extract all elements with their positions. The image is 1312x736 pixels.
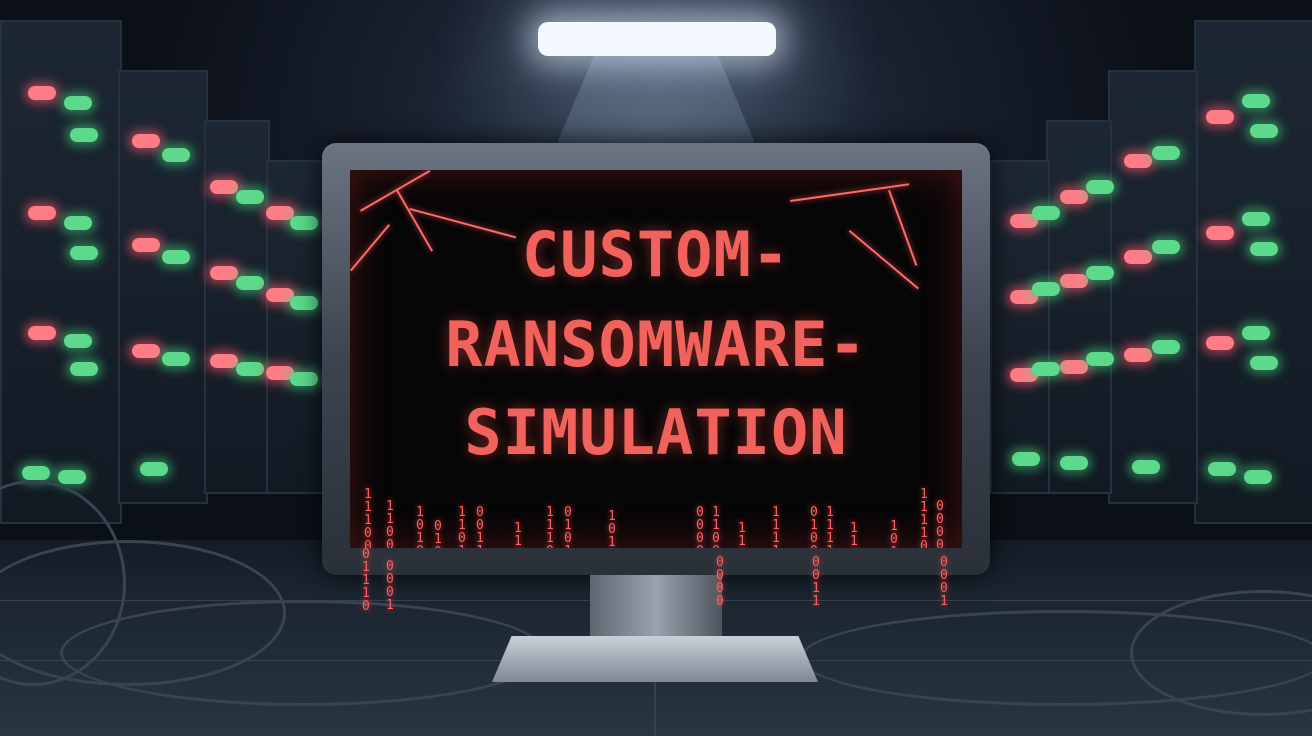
screen-title-line-2: RANSOMWARE- xyxy=(445,308,867,381)
screen-title-line-1: CUSTOM- xyxy=(521,218,791,291)
binary-rain-icon: 0 0 0 0 xyxy=(696,505,704,548)
status-led-icon xyxy=(210,354,238,368)
cable xyxy=(60,600,546,706)
status-led-icon xyxy=(1012,452,1040,466)
server-rack-left-1 xyxy=(0,20,122,524)
status-led-icon xyxy=(28,86,56,100)
status-led-icon xyxy=(132,344,160,358)
binary-rain-icon: 0 0 0 1 xyxy=(386,559,394,613)
status-led-icon xyxy=(1208,462,1236,476)
status-led-icon xyxy=(1060,456,1088,470)
monitor-screen: CUSTOM- RANSOMWARE- SIMULATION 1 1 1 0 0… xyxy=(350,170,962,548)
status-led-icon xyxy=(162,250,190,264)
status-led-icon xyxy=(64,334,92,348)
status-led-icon xyxy=(1132,460,1160,474)
binary-rain-icon: 1 1 0 1 xyxy=(458,505,466,548)
binary-rain-icon: 1 0 1 xyxy=(890,519,898,548)
binary-rain-icon: 0 1 1 1 0 xyxy=(362,547,370,614)
ceiling-light xyxy=(538,22,776,56)
status-led-icon xyxy=(1206,226,1234,240)
status-led-icon xyxy=(1086,266,1114,280)
binary-rain-icon: 1 1 1 1 xyxy=(826,505,834,548)
status-led-icon xyxy=(236,362,264,376)
status-led-icon xyxy=(1152,240,1180,254)
status-led-icon xyxy=(140,462,168,476)
status-led-icon xyxy=(1242,212,1270,226)
status-led-icon xyxy=(58,470,86,484)
binary-rain-icon: 1 1 0 0 0 xyxy=(386,499,394,548)
binary-rain-icon: 1 1 0 xyxy=(850,521,858,548)
binary-rain-icon: 0 0 0 0 xyxy=(936,499,944,548)
binary-rain-icon: 0 0 0 1 xyxy=(940,555,948,609)
status-led-icon xyxy=(1086,352,1114,366)
status-led-icon xyxy=(236,276,264,290)
status-led-icon xyxy=(64,96,92,110)
status-led-icon xyxy=(70,246,98,260)
binary-rain-icon: 0 0 0 0 xyxy=(716,555,724,609)
status-led-icon xyxy=(70,362,98,376)
status-led-icon xyxy=(1086,180,1114,194)
status-led-icon xyxy=(1152,146,1180,160)
status-led-icon xyxy=(162,352,190,366)
server-rack-right-3 xyxy=(1046,120,1112,494)
status-led-icon xyxy=(266,206,294,220)
status-led-icon xyxy=(22,466,50,480)
binary-rain-icon: 0 1 0 0 xyxy=(434,519,442,548)
status-led-icon xyxy=(28,326,56,340)
binary-rain-icon: 1 1 1 0 xyxy=(546,505,554,548)
status-led-icon xyxy=(1250,242,1278,256)
status-led-icon xyxy=(290,372,318,386)
status-led-icon xyxy=(1060,360,1088,374)
status-led-icon xyxy=(162,148,190,162)
server-rack-left-2 xyxy=(118,70,208,504)
status-led-icon xyxy=(210,266,238,280)
status-led-icon xyxy=(290,296,318,310)
status-led-icon xyxy=(1206,336,1234,350)
status-led-icon xyxy=(1244,470,1272,484)
status-led-icon xyxy=(290,216,318,230)
monitor-stand-base xyxy=(492,636,818,682)
binary-rain-icon: 0 1 0 1 xyxy=(564,505,572,548)
screen-title-line-3: SIMULATION xyxy=(464,396,848,469)
status-led-icon xyxy=(28,206,56,220)
server-rack-right-2 xyxy=(1108,70,1198,504)
server-room-scene: CUSTOM- RANSOMWARE- SIMULATION 1 1 1 0 0… xyxy=(0,0,1312,736)
binary-rain-icon: 1 0 1 0 xyxy=(416,505,424,548)
binary-rain-icon: 1 0 1 1 xyxy=(608,509,616,548)
binary-rain-icon: 1 1 0 0 xyxy=(712,505,720,548)
status-led-icon xyxy=(1060,274,1088,288)
status-led-icon xyxy=(132,238,160,252)
binary-rain-icon: 1 1 1 0 0 0 xyxy=(364,487,372,548)
server-rack-left-3 xyxy=(204,120,270,494)
status-led-icon xyxy=(1242,326,1270,340)
binary-rain-icon: 0 1 0 0 xyxy=(810,505,818,548)
status-led-icon xyxy=(1250,124,1278,138)
status-led-icon xyxy=(1206,110,1234,124)
binary-rain-icon: 0 0 1 1 xyxy=(812,555,820,609)
status-led-icon xyxy=(1032,206,1060,220)
status-led-icon xyxy=(210,180,238,194)
status-led-icon xyxy=(1032,362,1060,376)
status-led-icon xyxy=(1124,250,1152,264)
status-led-icon xyxy=(1032,282,1060,296)
status-led-icon xyxy=(1152,340,1180,354)
status-led-icon xyxy=(1124,154,1152,168)
status-led-icon xyxy=(236,190,264,204)
status-led-icon xyxy=(70,128,98,142)
floor-tile-line xyxy=(654,680,656,736)
binary-rain-icon: 1 1 1 1 0 xyxy=(920,487,928,548)
status-led-icon xyxy=(132,134,160,148)
binary-rain-icon: 1 1 0 xyxy=(514,521,522,548)
status-led-icon xyxy=(1250,356,1278,370)
binary-rain-icon: 1 1 1 xyxy=(738,521,746,548)
binary-rain-icon: 1 1 1 1 xyxy=(772,505,780,548)
status-led-icon xyxy=(1124,348,1152,362)
status-led-icon xyxy=(64,216,92,230)
status-led-icon xyxy=(1242,94,1270,108)
binary-rain-icon: 0 0 1 1 xyxy=(476,505,484,548)
crack-icon xyxy=(360,170,431,212)
status-led-icon xyxy=(1060,190,1088,204)
